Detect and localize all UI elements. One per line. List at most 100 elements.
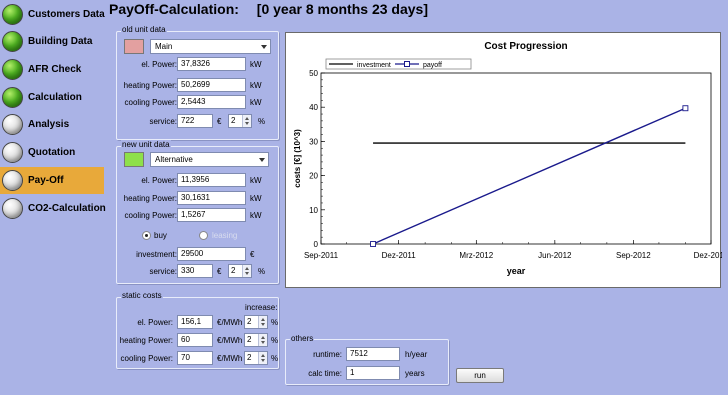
old-service-pct-stepper[interactable]: 2	[228, 114, 252, 128]
nav-item-label: CO2-Calculation	[28, 203, 106, 214]
runtime-input[interactable]: 7512	[346, 347, 400, 361]
new-unit-select-value: Alternative	[155, 155, 193, 164]
static-el-power-increase-stepper[interactable]: 2	[244, 315, 268, 329]
stepper-arrows-icon[interactable]	[242, 265, 251, 277]
chart-canvas: Cost Progression investment payoff 0 10 20 30 4…	[293, 41, 722, 276]
new-el-power-input[interactable]: 11,3956	[177, 173, 246, 187]
y-tick-label: 10	[309, 206, 318, 215]
nav-item-label: Calculation	[28, 92, 82, 103]
new-el-power-unit: kW	[250, 176, 262, 185]
new-heating-input[interactable]: 30,1631	[177, 191, 246, 205]
runtime-label: runtime:	[313, 350, 342, 359]
status-orb-icon	[2, 198, 23, 219]
old-el-power-label: el. Power:	[141, 60, 177, 69]
x-axis-label: year	[507, 266, 526, 276]
status-orb-icon	[2, 59, 23, 80]
x-tick-label: Sep-2012	[616, 251, 651, 260]
new-cooling-label: cooling Power:	[124, 211, 177, 220]
new-unit-legend: new unit data	[121, 140, 171, 149]
old-service-pct-value: 2	[231, 116, 236, 125]
leasing-radio-label: leasing	[212, 231, 238, 240]
new-unit-color-swatch	[124, 152, 144, 167]
old-heating-input[interactable]: 50,2699	[177, 78, 246, 92]
static-cooling-label: cooling Power:	[120, 354, 173, 363]
new-unit-select[interactable]: Alternative	[150, 152, 269, 167]
investment-input[interactable]: 29500	[177, 247, 246, 261]
old-unit-select-value: Main	[155, 42, 173, 51]
nav-item-building-data[interactable]: Building Data	[0, 28, 104, 55]
legend-label-investment: investment	[357, 62, 391, 69]
x-tick-label: Jun-2012	[538, 251, 572, 260]
nav-item-label: Pay-Off	[28, 175, 64, 186]
status-orb-icon	[2, 142, 23, 163]
old-heating-label: heating Power:	[123, 81, 177, 90]
calc-time-label: calc time:	[308, 369, 342, 378]
page-title: PayOff-Calculation: [0 year 8 months 23 …	[109, 1, 428, 17]
old-cooling-label: cooling Power:	[124, 98, 177, 107]
static-el-power-input[interactable]: 156,1	[177, 315, 213, 329]
stepper-arrows-icon[interactable]	[258, 334, 267, 346]
status-orb-icon	[2, 87, 23, 108]
nav-item-pay-off[interactable]: Pay-Off	[0, 167, 104, 194]
stepper-arrows-icon[interactable]	[258, 316, 267, 328]
new-heating-label: heating Power:	[123, 194, 177, 203]
nav-item-afr-check[interactable]: AFR Check	[0, 56, 104, 83]
x-tick-label: Dez-2012	[694, 251, 722, 260]
x-tick-label: Dez-2011	[382, 251, 417, 260]
new-service-label: service:	[149, 267, 177, 276]
plot-area-frame	[320, 72, 712, 245]
nav-item-customers-data[interactable]: Customers Data	[0, 1, 105, 28]
static-heating-label: heating Power:	[119, 336, 173, 345]
nav-item-calculation[interactable]: Calculation	[0, 84, 104, 111]
static-heating-pct-unit: %	[271, 336, 279, 345]
old-heating-unit: kW	[250, 81, 262, 90]
y-tick-label: 40	[309, 103, 318, 112]
old-el-power-input[interactable]: 37,8326	[177, 57, 246, 71]
nav-item-analysis[interactable]: Analysis	[0, 111, 104, 138]
old-cooling-input[interactable]: 2,5443	[177, 95, 246, 109]
y-tick-label: 50	[309, 69, 318, 78]
old-unit-color-swatch	[124, 39, 144, 54]
old-service-input[interactable]: 722	[177, 114, 213, 128]
x-tick-label: Mrz-2012	[459, 251, 493, 260]
sidebar: Customers Data Building Data AFR Check C…	[0, 0, 106, 395]
new-heating-unit: kW	[250, 194, 262, 203]
new-el-power-label: el. Power:	[141, 176, 177, 185]
data-point-payoff	[370, 241, 377, 247]
stepper-arrows-icon[interactable]	[242, 115, 251, 127]
new-cooling-input[interactable]: 1,5267	[177, 208, 246, 222]
status-orb-icon	[2, 4, 23, 25]
static-cooling-increase-stepper[interactable]: 2	[244, 351, 268, 365]
chevron-down-icon	[261, 45, 267, 49]
static-cooling-input[interactable]: 70	[177, 351, 213, 365]
nav-item-co2-calculation[interactable]: CO2-Calculation	[0, 195, 106, 222]
static-el-power-increase-value: 2	[247, 317, 252, 326]
page-title-label: PayOff-Calculation:	[109, 1, 239, 17]
run-button[interactable]: run	[456, 368, 504, 383]
leasing-radio[interactable]	[199, 231, 208, 240]
calc-time-unit: years	[405, 369, 425, 378]
legend-label-payoff: payoff	[423, 62, 442, 69]
static-heating-increase-stepper[interactable]: 2	[244, 333, 268, 347]
static-heating-unit: €/MWh	[217, 336, 243, 345]
static-heating-input[interactable]: 60	[177, 333, 213, 347]
series-line-payoff	[372, 107, 686, 245]
y-tick-label: 0	[314, 240, 319, 249]
old-service-label: service:	[149, 117, 177, 126]
nav-item-label: Analysis	[28, 119, 70, 130]
static-cooling-unit: €/MWh	[217, 354, 243, 363]
new-service-input[interactable]: 330	[177, 264, 213, 278]
buy-radio[interactable]	[142, 231, 151, 240]
new-service-pct-stepper[interactable]: 2	[228, 264, 252, 278]
y-tick-label: 20	[309, 172, 318, 181]
old-unit-select[interactable]: Main	[150, 39, 271, 54]
y-tick-label: 30	[309, 137, 318, 146]
nav-item-label: Quotation	[28, 147, 76, 158]
calc-time-input[interactable]: 1	[346, 366, 400, 380]
old-service-currency: €	[217, 117, 222, 126]
new-service-currency: €	[217, 267, 222, 276]
nav-item-quotation[interactable]: Quotation	[0, 139, 104, 166]
stepper-arrows-icon[interactable]	[258, 352, 267, 364]
runtime-unit: h/year	[405, 350, 428, 359]
increase-label: increase:	[245, 303, 278, 312]
